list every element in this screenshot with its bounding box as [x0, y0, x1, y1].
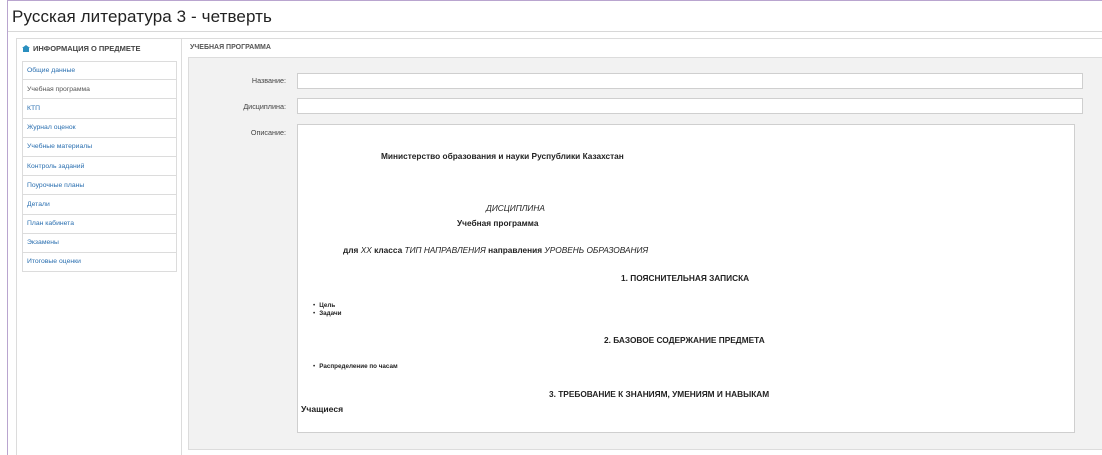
sidebar-item-label: Учебные материалы — [27, 143, 93, 151]
doc-discipline: ДИСЦИПЛИНА — [486, 203, 545, 213]
sidebar-item-label: План кабинета — [27, 220, 74, 228]
sidebar-item-label: Контроль заданий — [27, 162, 85, 170]
section-header: УЧЕБНАЯ ПРОГРАММА — [190, 44, 271, 51]
name-label: Название: — [251, 76, 286, 85]
doc-section-2: 2. БАЗОВОЕ СОДЕРЖАНИЕ ПРЕДМЕТА — [604, 335, 765, 345]
sidebar-item-gradebook[interactable]: Журнал оценок — [22, 118, 177, 138]
sidebar-item-general[interactable]: Общие данные — [22, 61, 177, 81]
page-title: Русская литература 3 - четверть — [12, 7, 272, 26]
home-icon — [22, 45, 30, 52]
list-item: Распределение по часам — [313, 363, 397, 371]
title-divider — [8, 31, 1102, 32]
sidebar-item-label: Итоговые оценки — [27, 258, 81, 266]
sidebar-header: ИНФОРМАЦИЯ О ПРЕДМЕТЕ — [22, 44, 140, 53]
sidebar-menu: Общие данные Учебная программа КТП Журна… — [22, 61, 177, 273]
sidebar-item-label: Детали — [27, 200, 50, 208]
sidebar-item-lesson-plans[interactable]: Поурочные планы — [22, 176, 177, 196]
doc-students: Учащиеся — [301, 404, 344, 414]
doc-class-word: класса — [374, 245, 403, 255]
doc-level-var: УРОВЕНЬ ОБРАЗОВАНИЯ — [544, 245, 649, 255]
name-input[interactable] — [297, 73, 1083, 89]
sidebar-item-final-grades[interactable]: Итоговые оценки — [22, 252, 177, 273]
sidebar-item-label: КТП — [27, 104, 40, 112]
doc-section-1: 1. ПОЯСНИТЕЛЬНАЯ ЗАПИСКА — [621, 273, 750, 283]
doc-direction-word: направления — [488, 245, 543, 255]
sidebar-item-label: Учебная программа — [27, 85, 90, 93]
description-label: Описание: — [250, 128, 286, 137]
doc-direction-var: ТИП НАПРАВЛЕНИЯ — [404, 245, 486, 255]
doc-section-2-list: Распределение по часам — [313, 363, 397, 371]
sidebar-item-ktp[interactable]: КТП — [22, 99, 177, 119]
doc-class-var: XX — [360, 245, 372, 255]
doc-program: Учебная программа — [457, 218, 539, 228]
sidebar-item-details[interactable]: Детали — [22, 195, 177, 215]
sidebar-item-assignments[interactable]: Контроль заданий — [22, 156, 177, 177]
sidebar-item-label: Журнал оценок — [27, 124, 76, 132]
sidebar-item-label: Экзамены — [27, 239, 59, 247]
sidebar-item-exams[interactable]: Экзамены — [22, 233, 177, 253]
doc-for-prefix: для — [343, 245, 359, 255]
sidebar-item-materials[interactable]: Учебные материалы — [22, 137, 177, 157]
list-item: Задачи — [313, 310, 341, 318]
sidebar-header-label: ИНФОРМАЦИЯ О ПРЕДМЕТЕ — [33, 44, 141, 53]
discipline-input[interactable] — [297, 98, 1083, 114]
doc-for-line: для XX класса ТИП НАПРАВЛЕНИЯ направлени… — [343, 245, 648, 255]
doc-section-1-list: Цель Задачи — [313, 302, 342, 318]
sidebar-item-label: Общие данные — [27, 67, 76, 75]
sidebar-item-curriculum[interactable]: Учебная программа — [22, 80, 177, 100]
discipline-label: Дисциплина: — [243, 102, 286, 111]
doc-section-3: 3. ТРЕБОВАНИЕ К ЗНАНИЯМ, УМЕНИЯМ И НАВЫК… — [549, 389, 770, 399]
sidebar-item-classroom-plan[interactable]: План кабинета — [22, 214, 177, 234]
list-item: Цель — [313, 302, 342, 310]
sidebar: ИНФОРМАЦИЯ О ПРЕДМЕТЕ Общие данные Учебн… — [16, 38, 182, 455]
doc-ministry: Министерство образования и науки Руспубл… — [381, 151, 624, 161]
sidebar-item-label: Поурочные планы — [27, 181, 85, 189]
